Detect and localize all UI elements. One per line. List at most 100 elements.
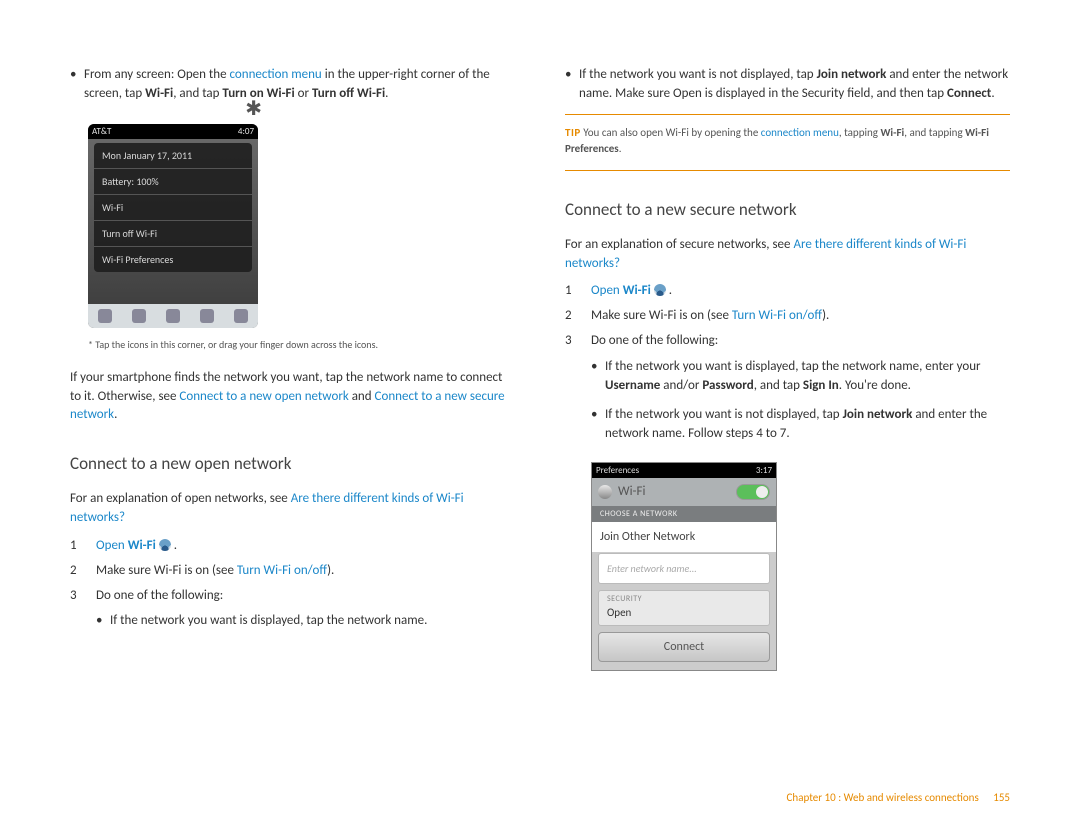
- sub-bullet: • If the network you want is displayed, …: [96, 613, 515, 628]
- intro-bullet: • From any screen: Open the connection m…: [70, 66, 515, 104]
- choose-network-label: CHOOSE A NETWORK: [592, 506, 776, 522]
- explain-para: For an explanation of open networks, see…: [70, 490, 515, 528]
- dock-icon: [166, 309, 180, 323]
- text: If the network you want is not displayed…: [605, 407, 843, 422]
- text: , and tap: [754, 378, 803, 393]
- text: .: [114, 407, 117, 422]
- bold-wifi: Wi-Fi: [880, 126, 904, 139]
- security-value: Open: [599, 604, 769, 625]
- text: If the network you want is displayed, ta…: [605, 359, 981, 374]
- bold-join-network: Join network: [817, 67, 887, 82]
- menu-battery: Battery: 100%: [94, 169, 252, 195]
- page-footer: Chapter 10 : Web and wireless connection…: [787, 791, 1010, 804]
- carrier-label: AT&T: [92, 126, 111, 137]
- bold-username: Username: [605, 378, 660, 393]
- security-picker: SECURITY Open: [598, 590, 770, 626]
- text: and: [349, 389, 375, 404]
- text: You can also open Wi-Fi by opening the: [581, 126, 761, 139]
- text: , and tapping: [904, 126, 965, 139]
- dock: [88, 304, 258, 328]
- heading-open-network: Connect to a new open network: [70, 453, 515, 474]
- bold-wifi: Wi-Fi: [145, 86, 173, 101]
- tip-rule-top: [565, 114, 1010, 115]
- phone-screenshot-2: Preferences 3:17 Wi-Fi CHOOSE A NETWORK …: [591, 462, 777, 671]
- wifi-icon: [654, 284, 666, 296]
- text: and/or: [660, 378, 702, 393]
- link-connection-menu-tip[interactable]: connection menu: [761, 126, 839, 139]
- bold-signin: Sign In: [803, 378, 839, 393]
- wifi-globe-icon: [598, 485, 612, 499]
- bold-join-network-2: Join network: [843, 407, 913, 422]
- security-label: SECURITY: [599, 591, 769, 604]
- text: If the network you want is displayed, ta…: [110, 613, 427, 628]
- sub-bullet-not-displayed: • If the network you want is not display…: [591, 406, 1010, 444]
- link-wifi-app[interactable]: Wi-Fi: [128, 538, 156, 553]
- step-2: 2 Make sure Wi-Fi is on (see Turn Wi-Fi …: [70, 563, 515, 578]
- after-figure-para: If your smartphone finds the network you…: [70, 369, 515, 426]
- link-open-network[interactable]: Connect to a new open network: [179, 389, 348, 404]
- text: From any screen: Open the: [84, 67, 230, 82]
- page-number: 155: [993, 791, 1010, 804]
- dock-icon: [98, 309, 112, 323]
- network-name-input: Enter network name...: [598, 553, 770, 584]
- time-label: 4:07: [238, 126, 254, 137]
- phone-screenshot-1: AT&T 4:07 Mon January 17, 2011 Battery: …: [88, 124, 258, 328]
- text: For an explanation of secure networks, s…: [565, 237, 793, 252]
- link-wifi-app[interactable]: Wi-Fi: [623, 283, 651, 298]
- link-open[interactable]: Open: [591, 283, 623, 298]
- text: .: [171, 538, 177, 553]
- text: Do one of the following:: [591, 333, 718, 348]
- text: If the network you want is not displayed…: [579, 67, 817, 82]
- step-1-secure: 1 Open Wi-Fi .: [565, 283, 1010, 298]
- sub-bullet-join: • If the network you want is not display…: [565, 66, 1010, 104]
- asterisk-callout-icon: ✱: [245, 96, 262, 121]
- sub-bullet-displayed: • If the network you want is displayed, …: [591, 358, 1010, 396]
- bold-turn-off: Turn off Wi-Fi: [312, 86, 385, 101]
- text: For an explanation of open networks, see: [70, 491, 291, 506]
- wifi-title: Wi-Fi: [618, 484, 646, 499]
- step-2-secure: 2 Make sure Wi-Fi is on (see Turn Wi-Fi …: [565, 308, 1010, 323]
- step-1: 1 Open Wi-Fi .: [70, 538, 515, 553]
- text: Make sure Wi-Fi is on (see: [96, 563, 237, 578]
- dock-icon: [234, 309, 248, 323]
- menu-wifi: Wi-Fi: [94, 195, 252, 221]
- figure-caption: * Tap the icons in this corner, or drag …: [88, 338, 515, 351]
- text: .: [385, 86, 388, 101]
- figure-phone-menu: ✱ AT&T 4:07 Mon January 17, 2011 Battery…: [88, 124, 258, 328]
- left-column: • From any screen: Open the connection m…: [70, 60, 515, 671]
- heading-secure-network: Connect to a new secure network: [565, 199, 1010, 220]
- step-3: 3 Do one of the following:: [70, 588, 515, 603]
- connect-button: Connect: [598, 632, 770, 662]
- prefs-label: Preferences: [596, 465, 639, 476]
- wifi-toggle-on: [736, 484, 770, 500]
- dock-icon: [200, 309, 214, 323]
- bold-password: Password: [702, 378, 753, 393]
- text: ).: [822, 308, 829, 323]
- connection-menu-panel: Mon January 17, 2011 Battery: 100% Wi-Fi…: [94, 143, 252, 272]
- bold-connect: Connect: [947, 86, 991, 101]
- status-bar-2: Preferences 3:17: [592, 463, 776, 478]
- wifi-header-row: Wi-Fi: [592, 478, 776, 506]
- link-turn-wifi-onoff[interactable]: Turn Wi-Fi on/off: [237, 563, 327, 578]
- tip-box: TIP You can also open Wi-Fi by opening t…: [565, 123, 1010, 162]
- text: . You're done.: [839, 378, 911, 393]
- tip-rule-bottom: [565, 170, 1010, 171]
- text: .: [991, 86, 994, 101]
- link-connection-menu[interactable]: connection menu: [230, 67, 322, 82]
- text: .: [666, 283, 672, 298]
- right-column: • If the network you want is not display…: [565, 60, 1010, 671]
- step-3-secure: 3 Do one of the following:: [565, 333, 1010, 348]
- join-other-network-row: Join Other Network: [592, 522, 776, 553]
- text: , tapping: [839, 126, 881, 139]
- link-open[interactable]: Open: [96, 538, 128, 553]
- menu-wifi-prefs: Wi-Fi Preferences: [94, 247, 252, 272]
- menu-date: Mon January 17, 2011: [94, 143, 252, 169]
- status-bar: AT&T 4:07: [88, 124, 258, 139]
- text: Make sure Wi-Fi is on (see: [591, 308, 732, 323]
- link-turn-wifi-onoff-2[interactable]: Turn Wi-Fi on/off: [732, 308, 822, 323]
- text: Do one of the following:: [96, 588, 223, 603]
- dock-icon: [132, 309, 146, 323]
- explain-para-secure: For an explanation of secure networks, s…: [565, 236, 1010, 274]
- text: , and tap: [173, 86, 222, 101]
- time-label-2: 3:17: [756, 465, 772, 476]
